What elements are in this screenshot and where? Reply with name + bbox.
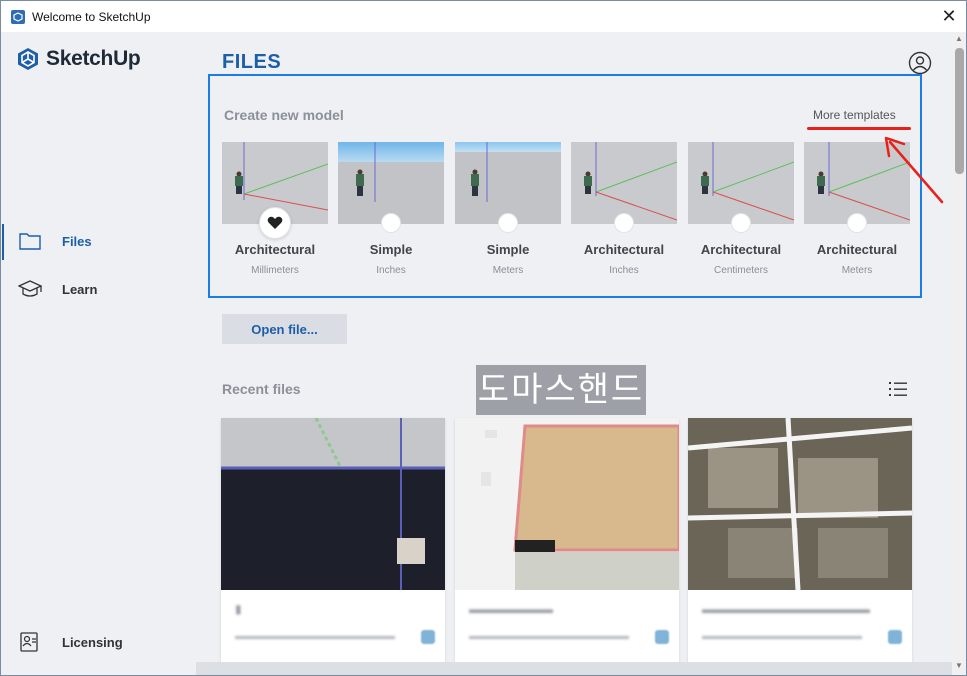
template-preview-image: [471, 142, 488, 202]
template-card[interactable]: Architectural Centimeters: [688, 142, 794, 282]
user-account-icon[interactable]: [908, 51, 932, 75]
template-card[interactable]: Architectural Inches: [571, 142, 677, 282]
sidebar-item-label: Files: [62, 233, 92, 249]
recent-file-card[interactable]: ▬▬▬▬▬▬▬▬▬▬▬▬▬▬ ▬▬▬▬▬▬▬▬▬▬▬▬▬▬▬▬: [688, 418, 912, 675]
graduation-cap-icon: [18, 280, 42, 297]
recent-file-thumbnail: [455, 418, 679, 590]
favorite-toggle[interactable]: [847, 213, 867, 233]
recent-file-thumbnail: [688, 418, 912, 590]
favorite-toggle[interactable]: [259, 207, 291, 239]
window-title: Welcome to SketchUp: [32, 9, 151, 24]
sketchup-welcome-window: Welcome to SketchUp ✕ SketchUp Files Lea…: [0, 0, 967, 676]
template-unit: Inches: [609, 265, 639, 276]
license-icon: [20, 632, 38, 652]
favorite-toggle[interactable]: [381, 213, 401, 233]
heart-icon: [267, 216, 283, 229]
template-thumbnail: [571, 142, 677, 224]
recent-file-name: ▬▬▬▬▬▬▬▬▬▬▬▬▬▬: [702, 602, 870, 616]
template-name: Architectural: [234, 242, 316, 257]
favorite-toggle[interactable]: [498, 213, 518, 233]
recent-file-card[interactable]: ▮ ▬▬▬▬▬▬▬▬▬▬▬▬▬▬▬▬: [221, 418, 445, 675]
recent-file-meta: ▬▬▬▬▬▬▬▬▬▬▬▬▬▬▬▬: [702, 631, 862, 642]
recent-file-meta: ▬▬▬▬▬▬▬▬▬▬▬▬▬▬▬▬: [235, 631, 395, 642]
template-name: Architectural: [700, 242, 782, 257]
template-name: Simple: [369, 242, 413, 257]
folder-icon: [19, 233, 41, 250]
template-unit: Inches: [376, 265, 406, 276]
template-card[interactable]: Simple Meters: [455, 142, 561, 282]
template-name: Architectural: [816, 242, 898, 257]
template-unit: Meters: [841, 265, 873, 276]
sidebar-item-licensing[interactable]: Licensing: [2, 621, 196, 663]
sketchup-logo-icon: [18, 48, 38, 70]
template-unit: Centimeters: [714, 265, 768, 276]
more-templates-link[interactable]: More templates: [813, 108, 896, 122]
recent-file-card[interactable]: ▬▬▬▬▬▬▬ ▬▬▬▬▬▬▬▬▬▬▬▬▬▬▬▬: [455, 418, 679, 675]
vertical-scrollbar[interactable]: ▲ ▼: [952, 32, 966, 675]
main-content: FILES Create new model More templates Ar…: [196, 32, 952, 675]
scroll-up-icon[interactable]: ▲: [952, 34, 966, 46]
close-window-button[interactable]: ✕: [938, 5, 960, 27]
template-preview-image: [584, 142, 677, 221]
watermark-overlay: 도마스핸드: [476, 365, 646, 415]
page-title: FILES: [222, 51, 282, 73]
scroll-down-icon[interactable]: ▼: [952, 661, 966, 673]
open-file-button[interactable]: Open file...: [222, 314, 347, 344]
template-card[interactable]: Simple Inches: [338, 142, 444, 282]
template-card[interactable]: Architectural Millimeters: [222, 142, 328, 282]
list-view-icon[interactable]: [888, 380, 908, 398]
recent-files-label: Recent files: [222, 381, 301, 397]
title-bar: Welcome to SketchUp ✕: [1, 1, 966, 32]
sidebar-item-files[interactable]: Files: [2, 220, 196, 262]
template-unit: Millimeters: [251, 265, 299, 276]
template-unit: Meters: [492, 265, 524, 276]
cloud-sync-icon: [655, 630, 669, 644]
sidebar-item-learn[interactable]: Learn: [2, 268, 196, 310]
cloud-sync-icon: [888, 630, 902, 644]
cloud-sync-icon: [421, 630, 435, 644]
annotation-arrow-icon: [884, 136, 944, 204]
logo-text: SketchUp: [46, 47, 141, 70]
recent-file-name: ▬▬▬▬▬▬▬: [469, 602, 553, 616]
template-name: Architectural: [583, 242, 665, 257]
sidebar: SketchUp Files Learn Licensing: [2, 32, 196, 675]
template-thumbnail: [455, 142, 561, 224]
template-name: Simple: [486, 242, 530, 257]
recent-file-name: ▮: [235, 602, 242, 616]
horizontal-scroll-track: [196, 662, 952, 675]
sidebar-item-label: Licensing: [62, 634, 123, 650]
template-highlight-box: Create new model More templates Architec…: [208, 74, 922, 298]
template-preview-image: [356, 142, 376, 202]
favorite-toggle[interactable]: [731, 213, 751, 233]
scroll-thumb[interactable]: [955, 48, 964, 174]
sketchup-app-icon: [11, 9, 25, 24]
recent-file-thumbnail: [221, 418, 445, 590]
create-new-model-label: Create new model: [224, 107, 344, 123]
template-thumbnail: [688, 142, 794, 224]
template-thumbnail: [338, 142, 444, 224]
sketchup-logo: SketchUp: [16, 47, 141, 71]
annotation-underline: [807, 127, 911, 130]
recent-file-meta: ▬▬▬▬▬▬▬▬▬▬▬▬▬▬▬▬: [469, 631, 629, 642]
sidebar-item-label: Learn: [62, 281, 98, 297]
favorite-toggle[interactable]: [614, 213, 634, 233]
template-preview-image: [701, 142, 794, 221]
